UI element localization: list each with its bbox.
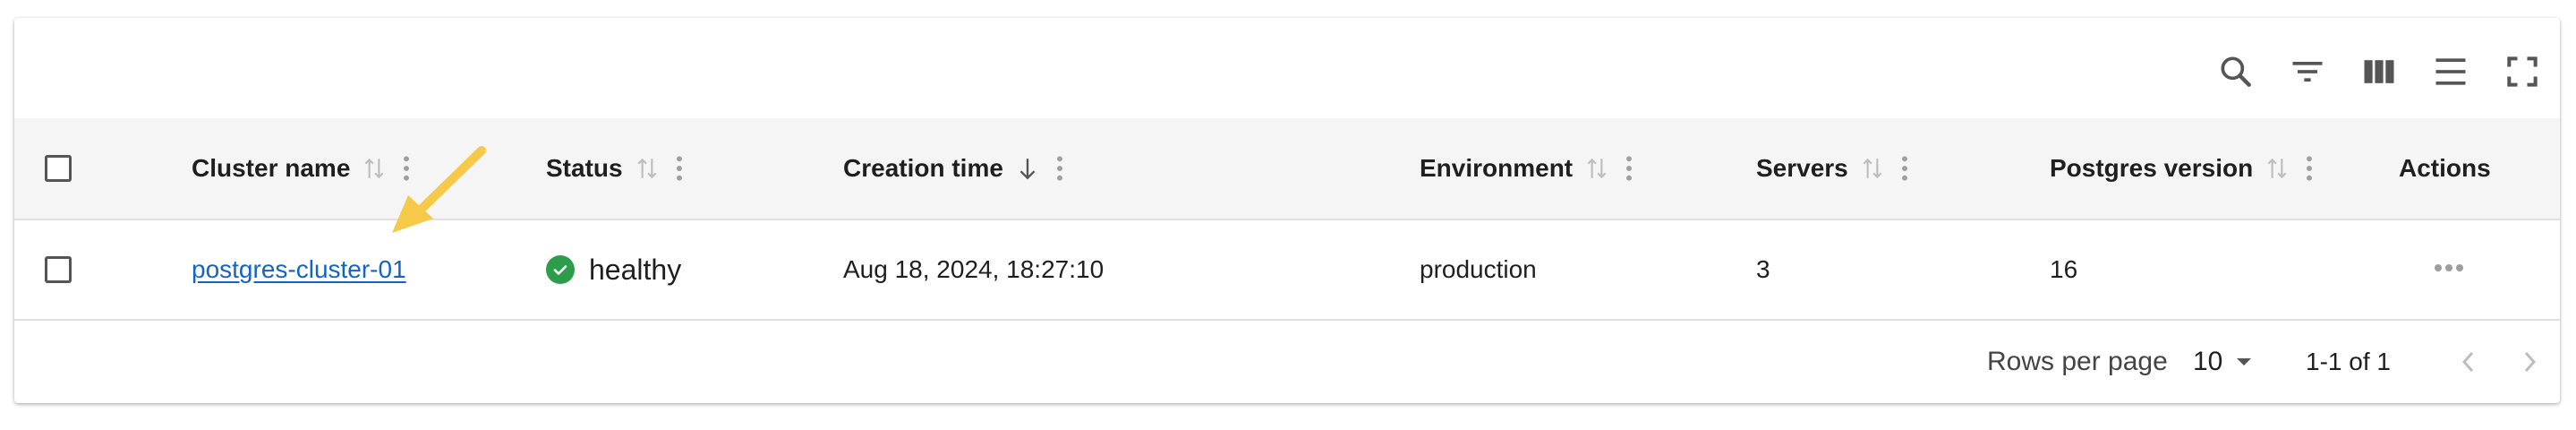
sort-arrows-icon[interactable] [1861,155,1884,182]
postgres-version-cell: 16 [2050,255,2078,283]
table-row[interactable]: postgres-cluster-01 healthy Aug 18, 2024… [14,220,2560,321]
servers-cell: 3 [1756,255,1770,283]
search-button[interactable] [2211,47,2261,97]
rows-per-page-select[interactable]: 10 [2193,321,2253,403]
column-menu-icon[interactable] [1055,154,1064,183]
check-circle-icon [546,255,575,284]
column-menu-icon[interactable] [402,154,411,183]
environment-cell: production [1420,255,1537,283]
fullscreen-button[interactable] [2497,47,2547,97]
row-select-checkbox[interactable] [45,256,72,283]
column-header-label: Servers [1756,154,1848,182]
columns-icon [2364,60,2394,83]
column-header-servers[interactable]: Servers [1756,118,1909,219]
chevron-right-icon [2524,351,2537,373]
cluster-name-cell: postgres-cluster-01 [192,220,406,319]
status-cell: healthy [546,220,681,319]
density-button[interactable] [2426,47,2476,97]
sort-arrows-icon[interactable] [2265,155,2289,182]
column-header-creation-time[interactable]: Creation time [843,118,1064,219]
filter-icon [2292,62,2323,82]
column-header-status[interactable]: Status [546,118,684,219]
pagination-bar: Rows per page 10 1-1 of 1 [14,321,2560,403]
density-icon [2435,58,2466,85]
rows-per-page-value: 10 [2193,347,2223,376]
creation-time-cell: Aug 18, 2024, 18:27:10 [843,255,1105,283]
sort-desc-icon[interactable] [1016,155,1039,182]
sort-arrows-icon[interactable] [635,155,659,182]
column-header-label: Status [546,154,623,182]
fullscreen-icon [2507,56,2538,87]
rows-per-page-label: Rows per page [1987,347,2168,376]
column-menu-icon[interactable] [2305,154,2314,183]
pagination-range: 1-1 of 1 [2306,348,2391,375]
column-header-actions: Actions [2399,118,2491,219]
sort-arrows-icon[interactable] [1585,155,1608,182]
select-all-cell [45,118,72,219]
clusters-table-card: Cluster name Status Creation time Enviro… [14,18,2560,403]
more-actions-icon[interactable] [2431,262,2467,279]
column-header-label: Actions [2399,154,2491,182]
row-select-cell [45,220,72,319]
chevron-left-icon [2461,351,2474,373]
column-header-label: Cluster name [192,154,351,182]
table-header-row: Cluster name Status Creation time Enviro… [14,118,2560,220]
column-header-label: Postgres version [2050,154,2254,182]
status-badge: healthy [589,253,682,286]
previous-page-button[interactable] [2444,337,2494,387]
column-menu-icon[interactable] [1900,154,1909,183]
cluster-name-link[interactable]: postgres-cluster-01 [192,255,406,284]
select-all-checkbox[interactable] [45,155,72,182]
filter-button[interactable] [2282,47,2333,97]
column-menu-icon[interactable] [1625,154,1633,183]
column-header-postgres-version[interactable]: Postgres version [2050,118,2314,219]
column-header-label: Environment [1420,154,1574,182]
sort-arrows-icon[interactable] [363,155,386,182]
table-toolbar [14,18,2560,118]
search-icon [2221,56,2251,87]
column-menu-icon[interactable] [675,154,684,183]
actions-cell [2431,220,2467,319]
chevron-down-icon [2235,357,2253,367]
columns-button[interactable] [2354,47,2404,97]
column-header-environment[interactable]: Environment [1420,118,1633,219]
column-header-label: Creation time [843,154,1003,182]
next-page-button[interactable] [2504,337,2555,387]
column-header-cluster-name[interactable]: Cluster name [192,118,411,219]
